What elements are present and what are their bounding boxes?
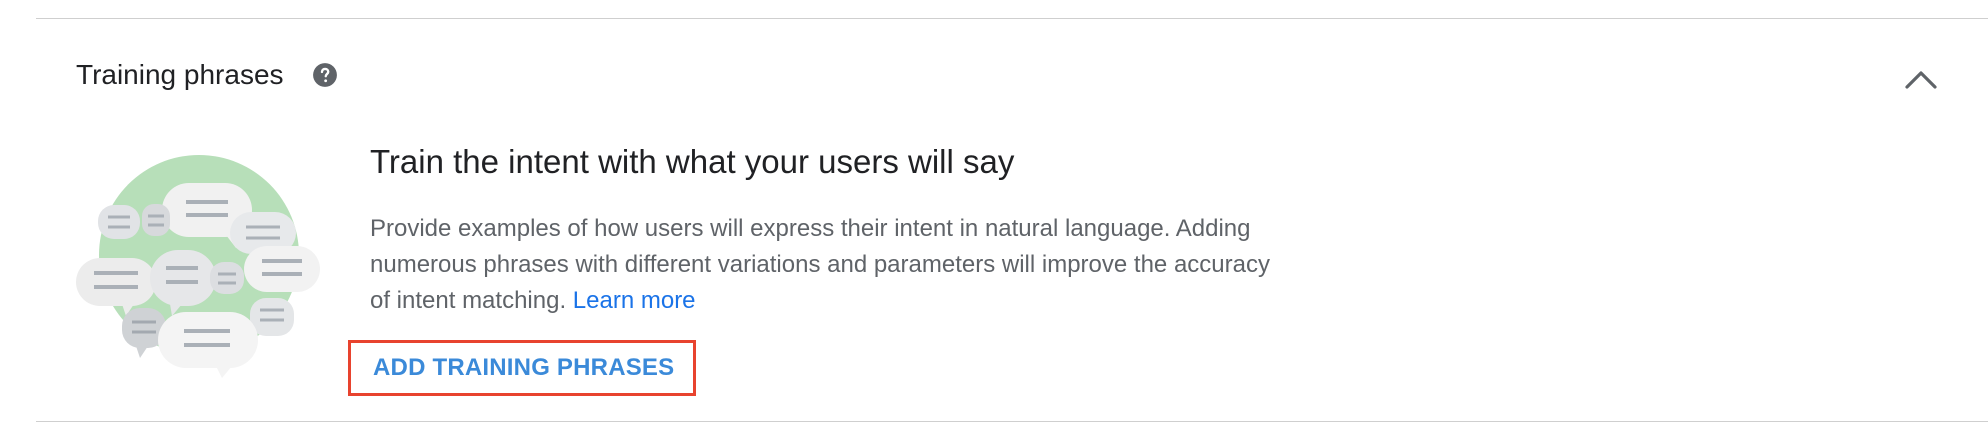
training-phrases-panel: Training phrases Train the intent with w…	[0, 0, 1988, 448]
section-title: Training phrases	[76, 59, 284, 90]
chevron-up-icon[interactable]	[1904, 68, 1938, 90]
empty-state-description: Provide examples of how users will expre…	[370, 211, 1290, 319]
empty-state-headline: Train the intent with what your users wi…	[370, 143, 1015, 180]
divider-bottom	[36, 421, 1988, 422]
description-text: Provide examples of how users will expre…	[370, 215, 1270, 314]
learn-more-link[interactable]: Learn more	[573, 287, 696, 314]
divider-top	[36, 18, 1988, 19]
help-circle-icon[interactable]	[312, 62, 338, 88]
chat-bubbles-illustration	[76, 155, 320, 378]
add-training-phrases-button[interactable]: ADD TRAINING PHRASES	[348, 340, 696, 396]
